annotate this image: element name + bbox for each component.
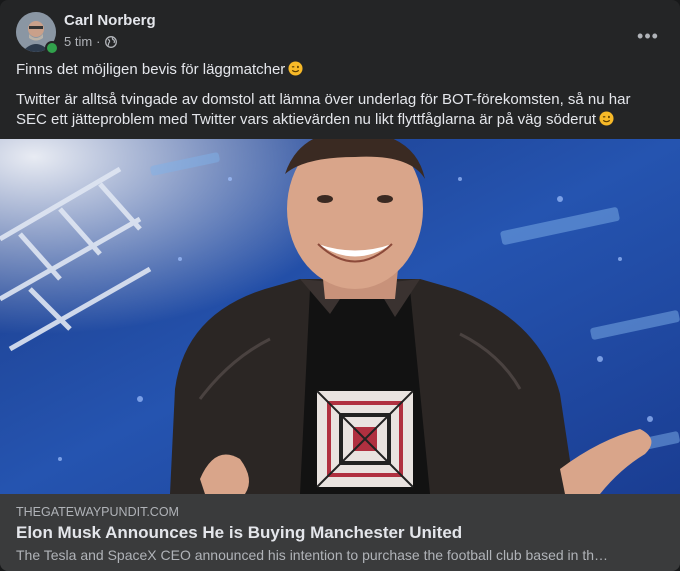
meta-separator: · [96, 34, 101, 49]
winking-face-emoji-icon [288, 61, 303, 76]
post-card: Carl Norberg 5 tim · ••• Finns det möjli… [0, 0, 680, 571]
post-header: Carl Norberg 5 tim · ••• [16, 12, 666, 55]
link-description[interactable]: The Tesla and SpaceX CEO announced his i… [16, 546, 664, 564]
post-paragraph-1: Finns det möjligen bevis för läggmatcher [16, 60, 664, 80]
post-text: Finns det möjligen bevis för läggmatcher… [16, 60, 664, 140]
winking-face-emoji-icon [599, 111, 614, 126]
link-preview-image[interactable] [0, 139, 680, 494]
post-paragraph-2: Twitter är alltså tvingade av domstol at… [16, 91, 631, 128]
link-title[interactable]: Elon Musk Announces He is Buying Manches… [16, 522, 462, 544]
post-time[interactable]: 5 tim [64, 34, 92, 50]
link-domain[interactable]: THEGATEWAYPUNDIT.COM [16, 505, 179, 519]
online-status-dot [45, 41, 59, 55]
post-meta: 5 tim · [64, 34, 117, 50]
globe-icon[interactable] [104, 36, 117, 48]
author-name[interactable]: Carl Norberg [64, 12, 156, 30]
more-options-icon[interactable]: ••• [630, 18, 666, 54]
link-preview[interactable]: THEGATEWAYPUNDIT.COM Elon Musk Announces… [0, 494, 680, 571]
